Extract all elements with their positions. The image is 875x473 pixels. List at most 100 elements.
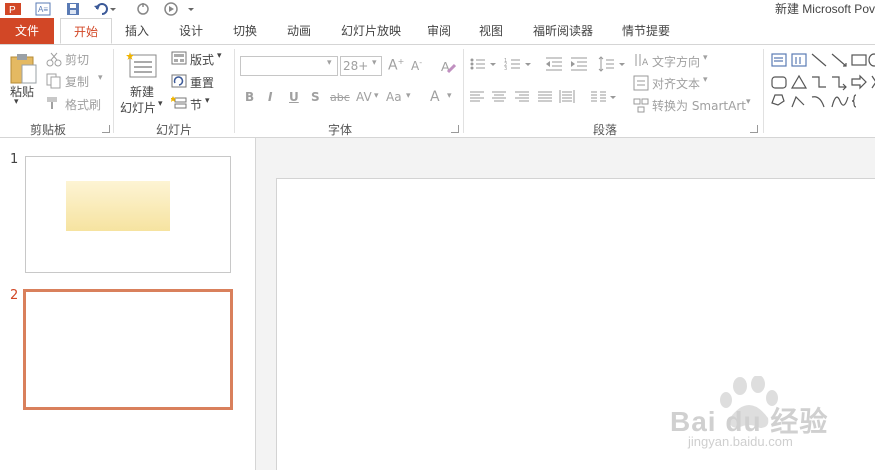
distributed-icon[interactable] (559, 90, 575, 107)
slide-thumbnail-1[interactable] (25, 156, 231, 273)
convert-to-smartart-icon[interactable] (633, 97, 649, 116)
slide-number: 1 (10, 152, 19, 167)
bullets-icon[interactable] (469, 57, 499, 74)
text-shadow-button[interactable]: S (311, 90, 320, 104)
align-right-icon[interactable] (514, 90, 530, 107)
copy-button-label[interactable]: 复制 (65, 73, 89, 90)
underline-button[interactable]: U (289, 90, 299, 104)
svg-text:P: P (9, 5, 16, 16)
layout-dropdown-icon[interactable]: ▾ (217, 51, 222, 61)
clipboard-dialog-launcher-icon[interactable] (102, 125, 110, 133)
font-group-label: 字体 (327, 123, 352, 137)
align-text-dropdown-icon[interactable]: ▾ (703, 75, 708, 85)
font-size-dropdown-icon[interactable]: ▾ (372, 58, 377, 68)
clear-formatting-icon[interactable]: A (440, 58, 457, 77)
tab-review[interactable]: 审阅 (420, 18, 458, 44)
tab-animations[interactable]: 动画 (280, 18, 318, 44)
format-painter-button-label[interactable]: 格式刷 (65, 96, 101, 113)
group-divider (463, 49, 464, 133)
tab-slide-show[interactable]: 幻灯片放映 (334, 18, 408, 44)
section-dropdown-icon[interactable]: ▾ (205, 96, 210, 106)
cut-button-label[interactable]: 剪切 (65, 51, 89, 68)
font-dialog-launcher-icon[interactable] (451, 125, 459, 133)
align-left-icon[interactable] (469, 90, 485, 107)
reset-button-label[interactable]: 重置 (190, 74, 214, 91)
slide-number: 2 (10, 288, 19, 303)
baidu-jingyan-watermark: Bai du 经验 jingyan.baidu.com (670, 375, 875, 470)
font-color-button[interactable]: A (430, 89, 440, 105)
quick-access-toolbar: P A≡ 新建 Microsoft Pov (0, 0, 875, 18)
align-text-button-label[interactable]: 对齐文本 (652, 75, 700, 92)
grow-font-icon[interactable]: A+ (388, 57, 404, 74)
strikethrough-button[interactable]: abc (330, 91, 350, 104)
convert-to-smartart-button-label[interactable]: 转换为 SmartArt (652, 97, 746, 114)
new-slide-label-line2[interactable]: 幻灯片 (120, 99, 156, 116)
new-slide-dropdown-icon[interactable]: ▾ (158, 99, 163, 109)
group-divider (113, 49, 114, 133)
tab-file[interactable]: 文件 (0, 18, 54, 44)
svg-text:A≡: A≡ (38, 5, 48, 14)
tab-design[interactable]: 设计 (172, 18, 210, 44)
slide-thumbnails-pane: 1 2 (0, 138, 256, 470)
new-slide-label-line1[interactable]: 新建 (130, 83, 154, 100)
reset-icon[interactable] (171, 74, 187, 91)
tab-view[interactable]: 视图 (472, 18, 510, 44)
save-icon[interactable] (64, 1, 82, 17)
justify-icon[interactable] (537, 90, 553, 107)
line-spacing-icon[interactable] (598, 56, 628, 75)
ribbon: 粘贴 ▾ 剪切 复制 ▾ 格式刷 剪贴板 新建 幻灯片 ▾ 版式 ▾ 重置 节 … (0, 45, 875, 138)
align-text-icon[interactable] (633, 75, 649, 94)
decrease-indent-icon[interactable] (545, 57, 563, 74)
section-button-label[interactable]: 节 (190, 96, 202, 113)
copy-icon[interactable] (46, 73, 62, 92)
slide-thumbnail-2[interactable] (23, 289, 233, 410)
font-color-dropdown-icon[interactable]: ▾ (447, 91, 452, 101)
text-direction-button-label[interactable]: 文字方向 (652, 53, 700, 70)
tab-storyboarding[interactable]: 情节提要 (616, 18, 676, 44)
layout-button-label[interactable]: 版式 (190, 51, 214, 68)
align-center-icon[interactable] (491, 90, 507, 107)
numbering-icon[interactable]: 123 (504, 57, 534, 74)
section-icon[interactable] (170, 96, 187, 113)
character-spacing-dropdown-icon[interactable]: ▾ (374, 91, 379, 101)
redo-icon[interactable] (134, 1, 152, 17)
change-case-button[interactable]: Aa (386, 90, 402, 104)
format-painter-icon[interactable] (46, 95, 62, 114)
new-slide-icon[interactable] (126, 51, 158, 84)
convert-to-smartart-dropdown-icon[interactable]: ▾ (746, 97, 751, 107)
italic-button[interactable]: I (268, 90, 272, 104)
text-direction-dropdown-icon[interactable]: ▾ (703, 53, 708, 63)
slide-thumbnail-shape (66, 181, 170, 231)
powerpoint-logo-icon: P (4, 1, 22, 17)
tab-home[interactable]: 开始 (60, 18, 112, 44)
slides-group-label: 幻灯片 (155, 123, 192, 137)
undo-icon[interactable] (92, 1, 118, 17)
shapes-gallery[interactable] (768, 51, 875, 116)
svg-text:A: A (642, 58, 649, 68)
bold-button[interactable]: B (245, 90, 254, 104)
copy-dropdown-icon[interactable]: ▾ (98, 73, 103, 83)
window-title: 新建 Microsoft Pov (774, 2, 875, 16)
layout-icon[interactable] (171, 51, 187, 68)
font-name-combobox[interactable] (240, 56, 338, 76)
font-size-value: 28+ (343, 59, 369, 73)
start-from-beginning-icon[interactable] (162, 1, 196, 17)
increase-indent-icon[interactable] (570, 57, 588, 74)
paragraph-dialog-launcher-icon[interactable] (750, 125, 758, 133)
group-divider (234, 49, 235, 133)
tab-foxit-reader[interactable]: 福昕阅读器 (526, 18, 600, 44)
change-case-dropdown-icon[interactable]: ▾ (406, 91, 411, 101)
tab-insert[interactable]: 插入 (118, 18, 156, 44)
paste-dropdown-icon[interactable]: ▾ (14, 97, 19, 107)
clipboard-group-label: 剪贴板 (29, 123, 66, 137)
font-name-dropdown-icon[interactable]: ▾ (327, 58, 332, 68)
outline-view-icon[interactable]: A≡ (34, 1, 52, 17)
group-divider (763, 49, 764, 133)
columns-icon[interactable] (590, 90, 618, 107)
watermark-url: jingyan.baidu.com (688, 434, 793, 449)
tab-transitions[interactable]: 切换 (226, 18, 264, 44)
shrink-font-icon[interactable]: A- (411, 58, 422, 73)
character-spacing-button[interactable]: AV (356, 90, 372, 104)
text-direction-icon[interactable]: A (633, 53, 649, 72)
cut-icon[interactable] (46, 51, 62, 70)
